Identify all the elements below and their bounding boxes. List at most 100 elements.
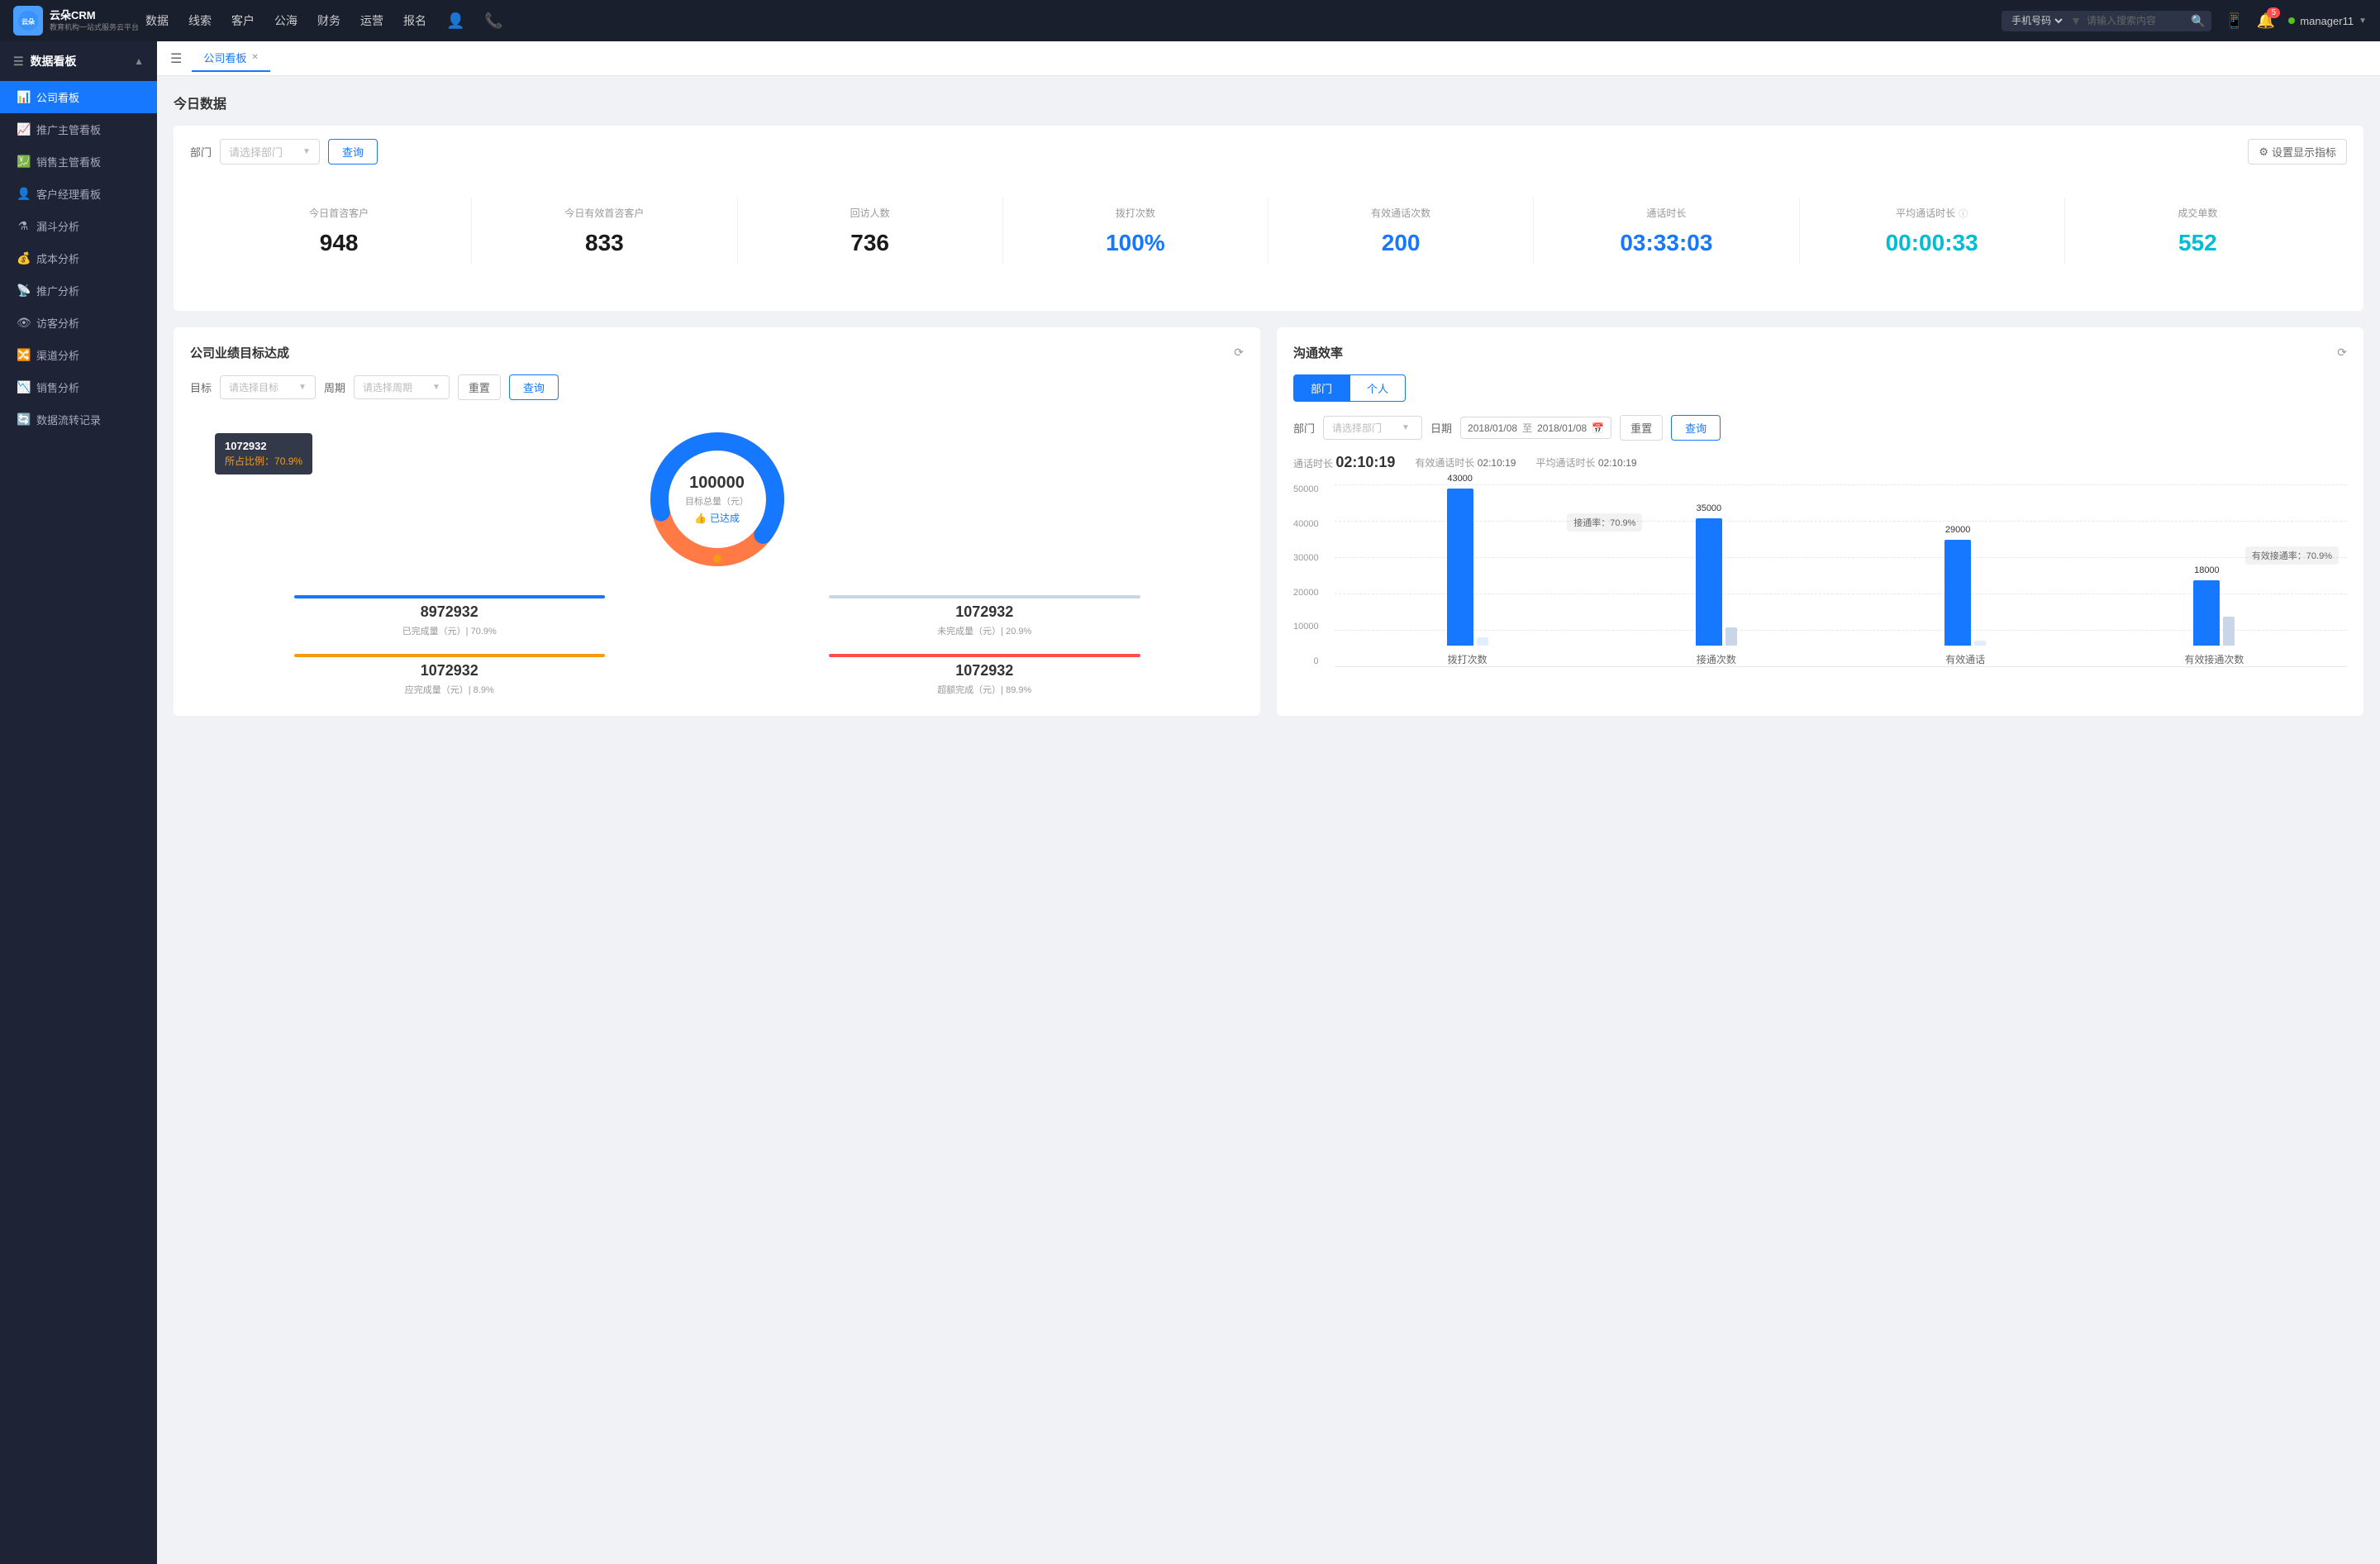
sidebar-item-sales[interactable]: 📉 销售分析: [0, 371, 157, 403]
bar-group-effective-label: 有效通话: [1945, 652, 1985, 666]
sidebar-item-cost[interactable]: 💰 成本分析: [0, 242, 157, 274]
nav-leads[interactable]: 线索: [188, 9, 212, 32]
search-icon[interactable]: 🔍: [2191, 14, 2205, 28]
search-bar: 手机号码 ▼ 🔍: [2002, 11, 2211, 31]
today-title: 今日数据: [174, 93, 2363, 112]
y-label-10000: 10000: [1293, 622, 1319, 632]
goal-reset-button[interactable]: 重置: [458, 374, 501, 400]
bottom-panels: 公司业绩目标达成 ⟳ 目标 请选择目标 ▼ 周期 请选择周期 ▼: [174, 327, 2363, 716]
bar-effective-label: 29000: [1945, 525, 1971, 535]
comm-dept-arrow: ▼: [1402, 423, 1410, 432]
donut-number: 100000: [685, 474, 749, 493]
bar-connect-label: 35000: [1697, 503, 1722, 513]
sidebar-item-channel[interactable]: 🔀 渠道分析: [0, 339, 157, 371]
nav-customers[interactable]: 客户: [231, 9, 255, 32]
sidebar-toggle-icon[interactable]: ☰: [13, 55, 24, 69]
comm-tab-personal[interactable]: 个人: [1349, 374, 1406, 402]
goal-query-button[interactable]: 查询: [509, 374, 559, 400]
sidebar-item-data-flow[interactable]: 🔄 数据流转记录: [0, 403, 157, 436]
comm-reset-button[interactable]: 重置: [1620, 415, 1663, 441]
comm-dept-select[interactable]: 请选择部门 ▼: [1323, 416, 1422, 440]
y-label-0: 0: [1313, 656, 1318, 666]
comm-panel-header: 沟通效率 ⟳: [1293, 344, 2347, 361]
stat-call-duration: 通话时长 03:33:03: [1534, 198, 1799, 265]
comm-tab-dept[interactable]: 部门: [1293, 374, 1349, 402]
comm-query-button[interactable]: 查询: [1671, 415, 1721, 441]
nav-operations[interactable]: 运营: [360, 9, 383, 32]
sidebar-item-label: 销售主管看板: [36, 154, 101, 169]
y-label-30000: 30000: [1293, 553, 1319, 563]
date-separator: 至: [1522, 421, 1532, 435]
stat-label: 拨打次数: [1010, 206, 1261, 220]
search-type-select[interactable]: 手机号码: [2008, 14, 2065, 27]
dept-select[interactable]: 请选择部门 ▼: [220, 139, 320, 165]
nav-finance[interactable]: 财务: [317, 9, 340, 32]
sidebar-item-account-manager[interactable]: 👤 客户经理看板: [0, 178, 157, 210]
period-select[interactable]: 请选择周期 ▼: [354, 375, 450, 399]
bar-connect-blue-fill: [1696, 518, 1722, 646]
nav-phone-icon[interactable]: 📞: [484, 9, 502, 33]
stat-label: 今日有效首咨客户: [478, 206, 730, 220]
sidebar-item-company-board[interactable]: 📊 公司看板: [0, 81, 157, 113]
tablet-icon[interactable]: 📱: [2225, 12, 2243, 30]
tab-close-icon[interactable]: ✕: [251, 53, 258, 62]
hamburger-icon[interactable]: ☰: [170, 50, 182, 67]
svg-text:云朵: 云朵: [21, 17, 35, 26]
stat-effective-consult: 今日有效首咨客户 833: [472, 198, 737, 265]
bar-group-effective-connect-label: 有效接通次数: [2184, 652, 2244, 666]
stat-value: 200: [1275, 230, 1526, 256]
bar-chart: 50000 40000 30000 20000 10000 0: [1293, 484, 2347, 699]
stat-revisit: 回访人数 736: [738, 198, 1003, 265]
tooltip-pct: 所占比例：70.9%: [225, 454, 302, 468]
sidebar-item-promo[interactable]: 📡 推广分析: [0, 274, 157, 307]
date-from: 2018/01/08: [1468, 422, 1517, 434]
sidebar-collapse-icon[interactable]: ▲: [134, 55, 144, 67]
donut-center-text: 100000 目标总量（元） 👍 已达成: [685, 474, 749, 525]
search-input[interactable]: [2087, 15, 2186, 26]
sidebar-item-label: 访客分析: [36, 315, 79, 331]
sidebar-item-visitor[interactable]: 👁 访客分析: [0, 307, 157, 339]
goal-refresh-icon[interactable]: ⟳: [1234, 346, 1244, 360]
comm-date-label: 日期: [1430, 420, 1452, 436]
comm-date-range[interactable]: 2018/01/08 至 2018/01/08 📅: [1460, 417, 1611, 439]
sidebar-item-funnel[interactable]: ⚗ 漏斗分析: [0, 210, 157, 242]
nav-person-icon[interactable]: 👤: [446, 9, 464, 33]
notification-badge: 5: [2267, 7, 2280, 18]
comm-dept-label: 部门: [1293, 420, 1315, 436]
stat-dial-count: 拨打次数 100%: [1003, 198, 1269, 265]
visitor-icon: 👁: [17, 316, 30, 330]
grid-line-0: [1335, 666, 2347, 667]
tab-company-board[interactable]: 公司看板 ✕: [192, 45, 269, 72]
nav-data[interactable]: 数据: [145, 9, 169, 32]
user-info[interactable]: manager11 ▼: [2288, 15, 2367, 27]
sidebar-item-promo-manager[interactable]: 📈 推广主管看板: [0, 113, 157, 145]
today-query-button[interactable]: 查询: [328, 139, 378, 165]
calendar-icon[interactable]: 📅: [1592, 422, 1604, 434]
notification-wrap[interactable]: 🔔 5: [2257, 12, 2275, 30]
stat-value: 833: [478, 230, 730, 256]
incomplete-label: 未完成量（元）| 20.9%: [726, 624, 1245, 637]
bar-eff-conn-label: 18000: [2194, 565, 2220, 575]
incomplete-value: 1072932: [726, 603, 1245, 621]
goal-panel-header: 公司业绩目标达成 ⟳: [190, 344, 1244, 361]
goal-select[interactable]: 请选择目标 ▼: [220, 375, 316, 399]
nav-public-sea[interactable]: 公海: [274, 9, 298, 32]
funnel-icon: ⚗: [17, 219, 30, 233]
comm-refresh-icon[interactable]: ⟳: [2337, 346, 2347, 360]
nav-registration[interactable]: 报名: [403, 9, 426, 32]
stat-value: 736: [745, 230, 996, 256]
today-filter-row: 部门 请选择部门 ▼ 查询 ⚙ 设置显示指标: [190, 139, 2347, 165]
settings-display-button[interactable]: ⚙ 设置显示指标: [2248, 139, 2347, 165]
settings-icon: ⚙: [2259, 145, 2268, 159]
connect-rate-label: 接通率：70.9%: [1567, 513, 1642, 532]
sidebar-section: 📊 公司看板 📈 推广主管看板 💹 销售主管看板 👤 客户经理看板 ⚗ 漏斗分析…: [0, 81, 157, 436]
donut-svg-wrap: 100000 目标总量（元） 👍 已达成: [635, 417, 800, 582]
bar-eff-conn-light: [2223, 617, 2235, 646]
completed-value: 8972932: [190, 603, 709, 621]
bar-eff-conn-blue-fill: [2193, 580, 2220, 646]
sidebar-item-sales-manager[interactable]: 💹 销售主管看板: [0, 145, 157, 178]
main-layout: ☰ 数据看板 ▲ 📊 公司看板 📈 推广主管看板 💹 销售主管看板 👤 客户经理…: [0, 0, 2380, 1564]
avg-duration-info-icon[interactable]: ⓘ: [1959, 207, 1968, 220]
search-divider: ▼: [2070, 14, 2082, 27]
bar-group-effective-connect: 有效接通率：70.9% 18000 有效接通次数: [2098, 464, 2330, 666]
